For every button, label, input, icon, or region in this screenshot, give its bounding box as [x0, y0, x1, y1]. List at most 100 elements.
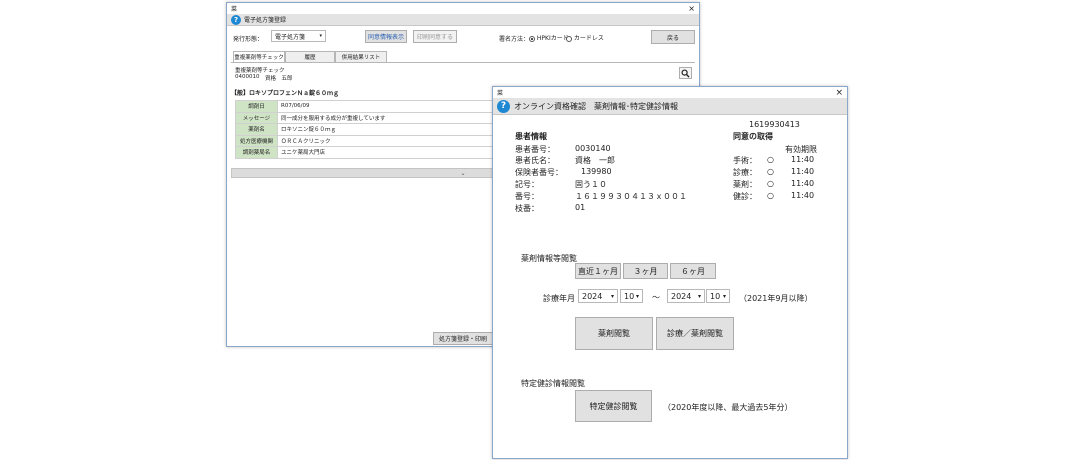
patient-label: 記号： [515, 180, 539, 189]
chevron-down-icon: ▾ [635, 292, 639, 300]
patient-value: 0030140 [575, 144, 611, 153]
from-month-select[interactable]: 10 ▾ [620, 289, 643, 303]
print-consent-button[interactable]: 印刷同意する [413, 30, 457, 43]
table-row: 薬剤名 ロキソニン錠６０ｍｇ [235, 123, 535, 136]
tab-label: 履歴 [304, 55, 316, 61]
issue-select[interactable]: 電子処方箋 ▾ [271, 30, 326, 42]
range-label: ６ヶ月 [681, 266, 705, 276]
table-row: メッセージ 同一成分を服用する成分が重複しています [235, 111, 535, 124]
w2-close-button[interactable]: × [835, 88, 843, 98]
from-year-value: 2024 [582, 291, 603, 301]
w1-title: 電子処方箋登録 [244, 17, 287, 24]
range-3-months-button[interactable]: ３ヶ月 [623, 263, 668, 279]
date-note: （2021年9月以降） [739, 294, 813, 303]
expiry-heading: 有効期限 [785, 145, 817, 154]
patient-value: 資格 一郎 [575, 156, 615, 165]
sign-cardless-label: カードレス [573, 35, 604, 42]
patient-label: 患者氏名： [515, 156, 555, 165]
drug-view-label: 薬剤閲覧 [598, 329, 630, 338]
w1-app-icon: 菜 [231, 6, 238, 13]
tab-panel-border [231, 62, 695, 63]
visit-month-label: 診療年月 [543, 294, 575, 303]
row-key: 処方医療機関 [235, 134, 278, 147]
chevron-down-icon: ▾ [722, 292, 726, 300]
table-row: 調剤薬局名 ユニケ薬局大門店 [235, 146, 535, 159]
consent-info-label: 同意情報表示 [367, 34, 404, 41]
clinic-drug-view-label: 診療／薬剤閲覧 [667, 329, 723, 338]
consent-label: 薬剤： [733, 180, 757, 189]
consent-label: 健診： [733, 192, 757, 201]
consent-time: 11:40 [791, 155, 815, 164]
consent-heading: 同意の取得 [733, 132, 773, 141]
check-patient-id: 0400010 [235, 74, 260, 80]
tab-label: 重複薬剤等チェック [234, 55, 284, 61]
help-icon[interactable]: ? [231, 14, 241, 25]
to-month-value: 10 [710, 291, 721, 301]
back-button[interactable]: 戻る [651, 30, 695, 44]
w2-header-bar: ? オンライン資格確認 薬剤情報･特定健診情報 [493, 98, 847, 115]
patient-label: 保険者番号： [515, 168, 563, 177]
from-year-select[interactable]: 2024 ▾ [578, 289, 618, 303]
patient-value: 01 [575, 203, 586, 212]
from-month-value: 10 [624, 291, 635, 301]
consent-label: 診療： [733, 168, 757, 177]
sign-hpki-label: HPKIカード [536, 35, 569, 42]
consent-mark: ○ [767, 155, 774, 164]
checkup-view-label: 特定健診閲覧 [589, 401, 638, 411]
print-consent-label: 印刷同意する [416, 34, 453, 41]
w2-app-icon: 菜 [497, 90, 504, 97]
consent-info-button[interactable]: 同意情報表示 [365, 30, 407, 43]
chevron-down-icon: ▾ [319, 33, 322, 39]
w1-close-button[interactable]: × [688, 4, 695, 13]
table-row: 調剤日 R07/06/09 [235, 100, 535, 113]
to-year-select[interactable]: 2024 ▾ [667, 289, 705, 303]
to-month-select[interactable]: 10 ▾ [706, 289, 730, 303]
check-title: 重複薬剤等チェック [235, 68, 285, 74]
range-1-month-button[interactable]: 直近１ヶ月 [575, 263, 621, 279]
drug-section-label: 薬剤情報等閲覧 [521, 254, 577, 263]
issue-select-value: 電子処方箋 [275, 33, 306, 41]
consent-mark: ○ [767, 179, 774, 188]
check-patient-name: 資格 五郎 [265, 76, 293, 82]
w1-header-bar: ? 電子処方箋登録 [227, 14, 699, 26]
interaction-table: 調剤日 R07/06/09 メッセージ 同一成分を服用する成分が重複しています 薬剤… [235, 100, 535, 159]
chevron-down-icon: ▾ [610, 292, 614, 300]
search-icon [681, 68, 690, 78]
consent-time: 11:40 [791, 167, 815, 176]
search-button[interactable] [679, 67, 692, 79]
drug-header: 【般】ロキソプロフェンＮａ錠６０ｍｇ [231, 90, 340, 97]
sign-label: 署名方法： [499, 36, 530, 43]
consent-mark: ○ [767, 167, 774, 176]
range-label: 直近１ヶ月 [578, 266, 618, 276]
patient-label: 番号： [515, 192, 539, 201]
patient-value: 固う１０ [575, 180, 607, 189]
drug-view-button[interactable]: 薬剤閲覧 [575, 317, 653, 350]
top-number: 1619930413 [749, 120, 800, 129]
consent-time: 11:40 [791, 179, 815, 188]
patient-value: 139980 [581, 167, 612, 176]
radio-icon [529, 35, 535, 42]
w2-title: オンライン資格確認 薬剤情報･特定健診情報 [514, 101, 678, 111]
consent-mark: ○ [767, 191, 774, 200]
checkup-view-button[interactable]: 特定健診閲覧 [575, 390, 652, 422]
checkup-section-label: 特定健診情報閲覧 [521, 379, 585, 388]
patient-label: 患者番号： [515, 145, 555, 154]
help-icon[interactable]: ? [497, 99, 510, 113]
patient-label: 枝番： [515, 204, 539, 213]
w1-titlebar: 菜 × [227, 3, 699, 14]
back-label: 戻る [666, 34, 679, 42]
sign-hpki-option[interactable]: HPKIカード [529, 33, 569, 42]
register-print-button[interactable]: 処方箋登録・印刷 [433, 332, 493, 345]
patient-heading: 患者情報 [515, 132, 547, 141]
table-row: 処方医療機関 ＯＲＣＡクリニック [235, 134, 535, 147]
radio-icon [566, 35, 572, 42]
sign-cardless-option[interactable]: カードレス [566, 33, 604, 42]
w2-titlebar: 菜 × [493, 87, 847, 98]
range-6-months-button[interactable]: ６ヶ月 [670, 263, 716, 279]
checkup-note: （2020年度以降、最大過去5年分） [663, 403, 793, 412]
range-tilde: ～ [652, 293, 660, 302]
to-year-value: 2024 [671, 291, 692, 301]
online-qualification-window: 菜 × ? オンライン資格確認 薬剤情報･特定健診情報 1619930413 患… [492, 86, 848, 459]
patient-value: １６１９９３０４１３ｘ００１ [575, 192, 687, 201]
clinic-drug-view-button[interactable]: 診療／薬剤閲覧 [656, 317, 734, 350]
